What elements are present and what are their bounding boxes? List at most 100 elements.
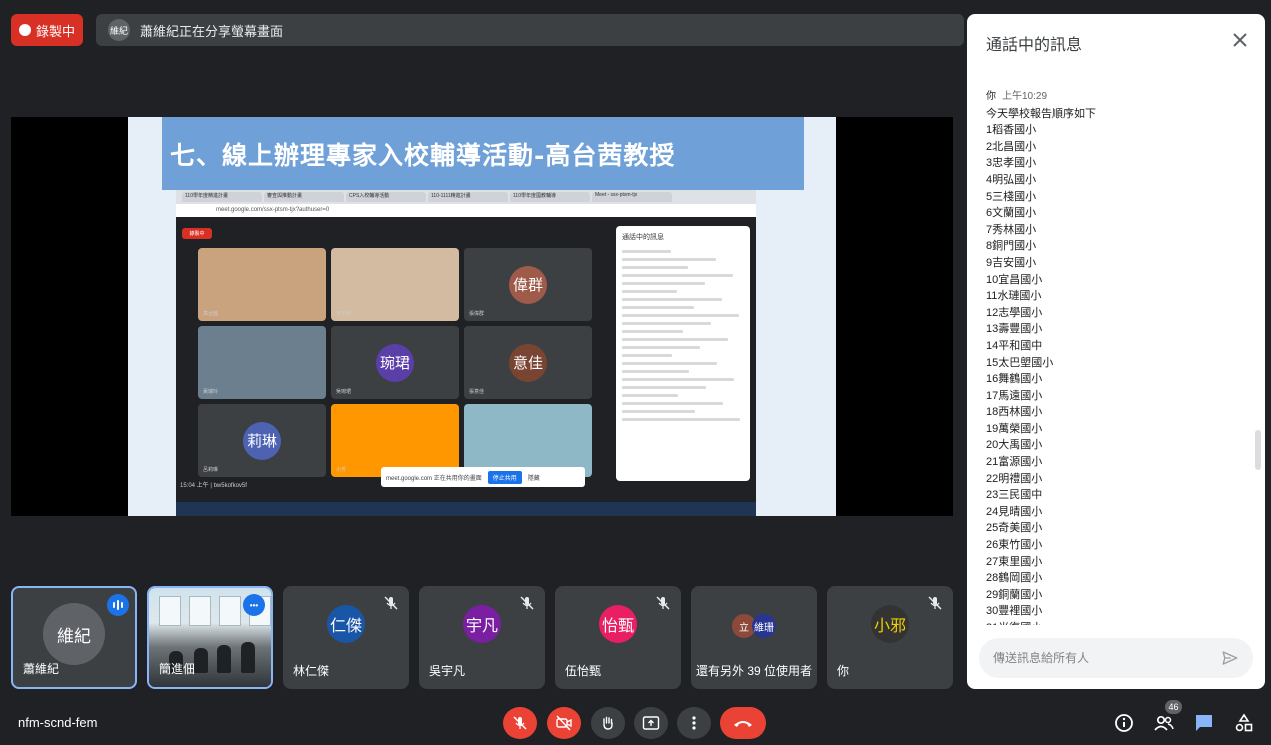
participant-avatar: 宇凡	[463, 605, 501, 643]
inner-tab: 110學年度精進計畫	[182, 192, 262, 202]
speaking-indicator-icon	[107, 594, 129, 616]
inner-chat-line	[622, 322, 712, 325]
chat-message-line: 14平和國中	[986, 339, 1043, 352]
inner-chat-line	[622, 386, 707, 389]
inner-participant-tile: 琬珺 吳琬珺	[331, 326, 459, 399]
mic-toggle-button[interactable]	[503, 707, 537, 739]
inner-participant-tile: 偉群 張偉群	[464, 248, 592, 321]
more-vert-icon	[692, 716, 696, 730]
chat-message-line: 31光復國小	[986, 620, 1250, 625]
chat-message-line: 25奇美國小	[986, 522, 1043, 535]
meeting-details-button[interactable]	[1113, 712, 1135, 734]
chat-message-line: 13壽豐國小	[986, 323, 1043, 336]
participant-tile[interactable]: 仁傑 林仁傑	[283, 586, 409, 689]
chat-message-line: 7秀林國小	[986, 223, 1037, 236]
recording-label: 錄製中	[35, 23, 75, 39]
participant-tile[interactable]: 怡甄 伍怡甄	[555, 586, 681, 689]
raise-hand-icon	[603, 716, 613, 730]
more-options-button[interactable]	[677, 707, 711, 739]
inner-participant-name: 小芳	[336, 467, 347, 473]
chat-message-line: 29銅蘭國小	[986, 588, 1043, 601]
chat-message-list[interactable]: 你上午10:29 今天學校報告順序如下 1稻香國小 2北昌國小 3忠孝國小 4明弘國小…	[986, 89, 1250, 625]
presenting-text: 蕭維紀正在分享螢幕畫面	[140, 23, 284, 39]
inner-chat-line	[622, 330, 683, 333]
inner-participant-name: 高台茜	[203, 311, 219, 317]
participant-tile[interactable]: 小邪你	[827, 586, 953, 689]
inner-chat-line	[622, 298, 723, 301]
participant-tile[interactable]: 宇凡吳宇凡	[419, 586, 545, 689]
participant-tile[interactable]: 立維珊還有另外 39 位使用者	[691, 586, 817, 689]
participant-name: 還有另外 39 位使用者	[695, 664, 813, 678]
inner-tooltip-text: meet.google.com 正在共用你的畫面	[386, 475, 482, 482]
inner-recording-badge: 錄製中	[182, 228, 212, 239]
inner-chat-line	[622, 338, 729, 341]
recording-badge[interactable]: 錄製中	[11, 14, 83, 46]
inner-chat-line	[622, 266, 688, 269]
chat-message-line: 9吉安國小	[986, 256, 1037, 269]
info-icon	[1115, 714, 1133, 732]
inner-tab-strip: 110學年度精進計畫 審查與推動計畫 CPS入校輔導活動 110-1111精進計畫 11…	[176, 190, 756, 204]
inner-chat-line	[622, 306, 694, 309]
inner-participant-video: 高台茜	[198, 248, 326, 321]
inner-chat-line	[622, 410, 696, 413]
chat-button[interactable]	[1193, 712, 1215, 734]
participant-count-badge: 46	[1165, 700, 1182, 714]
chat-message-line: 15太巴塱國小	[986, 356, 1054, 369]
camera-toggle-button[interactable]	[547, 707, 581, 739]
inner-participant-tile: 莉琳呂莉琳	[198, 404, 326, 477]
people-button[interactable]	[1153, 712, 1175, 734]
inner-chat-line	[622, 418, 741, 421]
participant-name: 林仁傑	[293, 664, 330, 678]
present-screen-button[interactable]	[634, 707, 668, 739]
inner-participant-grid: 高台茜林子新偉群張偉群黃瑞玲琬珺吳琬珺意佳張意佳莉琳呂莉琳小芳小芳	[198, 248, 598, 477]
chat-message-meta: 你上午10:29	[986, 89, 1250, 106]
chat-message-line: 3忠孝國小	[986, 157, 1037, 170]
inner-chat-line	[622, 378, 735, 381]
inner-tab: 審查與推動計畫	[264, 192, 344, 202]
chat-icon	[1196, 715, 1212, 731]
chat-message-line: 30豐裡國小	[986, 605, 1043, 618]
chat-message-line: 22明禮國小	[986, 472, 1043, 485]
chat-message-line: 10宜昌國小	[986, 273, 1043, 286]
activities-button[interactable]	[1233, 712, 1255, 734]
chat-message-line: 16舞鶴國小	[986, 373, 1043, 386]
chat-input[interactable]	[993, 651, 1221, 665]
mic-off-icon	[513, 716, 527, 730]
close-icon[interactable]	[1231, 31, 1249, 49]
chat-input-box[interactable]	[979, 638, 1253, 678]
chat-message-line: 27東里國小	[986, 555, 1043, 568]
activities-icon	[1235, 713, 1253, 732]
inner-participant-name: 呂莉琳	[203, 467, 219, 473]
inner-avatar: 莉琳	[243, 421, 281, 460]
chat-scrollbar[interactable]	[1255, 430, 1261, 470]
chat-message-line: 21富源國小	[986, 456, 1043, 469]
participant-name: 簡進佃	[159, 662, 196, 676]
inner-chat-line	[622, 282, 705, 285]
presenter-avatar: 維紀	[108, 19, 130, 41]
send-icon[interactable]	[1221, 649, 1239, 667]
grouped-avatars: 立維珊	[732, 614, 776, 638]
participant-tile[interactable]: ••• 簡進佃	[147, 586, 273, 689]
participant-name: 吳宇凡	[429, 664, 466, 678]
chat-message-line: 18西林國小	[986, 406, 1043, 419]
raise-hand-button[interactable]	[591, 707, 625, 739]
end-call-button[interactable]	[720, 707, 766, 739]
more-options-icon[interactable]: •••	[243, 594, 265, 616]
inner-participant-tile: 意佳 張意佳	[464, 326, 592, 399]
inner-chat-line	[622, 402, 724, 405]
inner-chat-line	[622, 258, 716, 261]
shared-screen: 七、線上辦理專家入校輔導活動-高台茜教授 110學年度精進計畫 審查與推動計畫 CP…	[11, 117, 953, 516]
chat-message-line: 2北昌國小	[986, 140, 1037, 153]
inner-participant-video: 黃瑞玲	[198, 326, 326, 399]
chat-message-line: 6文蘭國小	[986, 207, 1037, 220]
inner-participant-name: 張偉群	[469, 311, 485, 317]
meeting-code: nfm-scnd-fem	[18, 715, 98, 730]
inner-meeting-time: 15:04 上午 | bw5kofkov5f	[180, 483, 247, 489]
chat-intro: 今天學校報告順序如下	[986, 107, 1096, 120]
inner-chat-line	[622, 394, 679, 397]
inner-tab: Meet - ssx-ptsm-tjx	[592, 192, 672, 202]
chat-message-line: 8銅門國小	[986, 240, 1037, 253]
participant-tile[interactable]: 維紀 蕭維紀	[11, 586, 137, 689]
inner-tab: 110-1111精進計畫	[428, 192, 508, 202]
chat-message-line: 23三民國中	[986, 489, 1043, 502]
